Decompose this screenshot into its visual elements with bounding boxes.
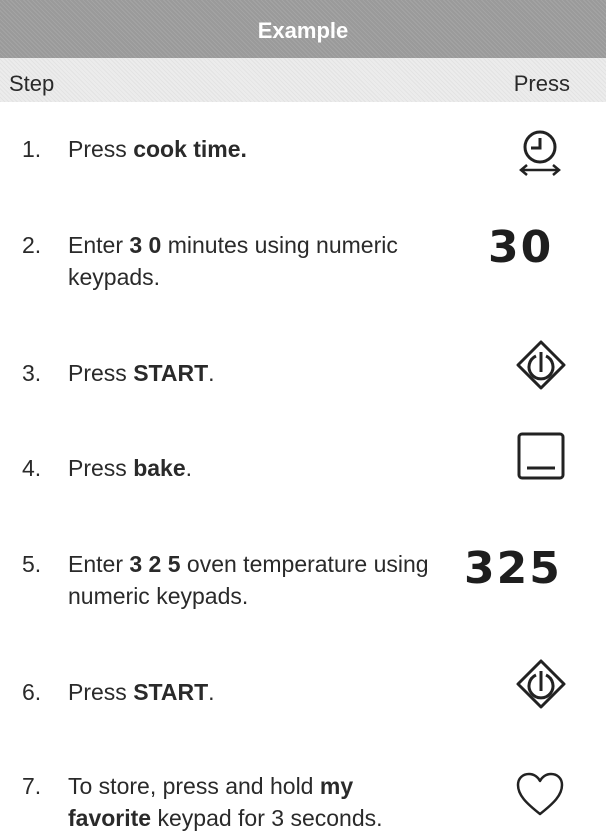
- step-column-label: Step: [9, 71, 55, 96]
- step-text: Press START.: [68, 357, 468, 389]
- step-text-bold: START: [133, 360, 209, 386]
- step-text-part: Press: [68, 455, 134, 481]
- step-text-part: Press: [68, 679, 134, 705]
- step-text-part: .: [185, 455, 193, 481]
- step-text-part: To store, press and hold: [68, 773, 320, 799]
- step-text: Press START.: [68, 676, 468, 708]
- heart-outline-icon: [516, 772, 564, 816]
- banner-title: Example: [257, 18, 349, 43]
- step-text-part: .: [208, 360, 215, 386]
- column-header: Step Press: [0, 58, 606, 102]
- step-text-bold: bake: [133, 455, 186, 481]
- step-text: To store, press and hold my favorite key…: [68, 770, 428, 834]
- step-number: 5.: [22, 551, 42, 577]
- bake-square-icon: [517, 432, 565, 480]
- step-number: 1.: [22, 136, 42, 162]
- step-text-part: Enter: [68, 232, 130, 258]
- step-text-part: Press: [68, 136, 134, 162]
- keypad-value-30: 30: [488, 222, 554, 273]
- step-text-part: keypad for 3 seconds.: [151, 805, 383, 831]
- keypad-value-325: 325: [464, 543, 562, 594]
- step-text-bold: 3 0: [129, 232, 162, 258]
- step-text: Press bake.: [68, 452, 468, 484]
- step-text-part: .: [208, 679, 215, 705]
- step-text: Enter 3 2 5 oven temperature using numer…: [68, 548, 468, 612]
- step-text-part: Press: [68, 360, 134, 386]
- start-diamond-icon: [516, 340, 566, 390]
- step-number: 6.: [22, 679, 42, 705]
- step-text-part: Enter: [68, 551, 130, 577]
- start-diamond-icon: [516, 659, 566, 709]
- step-number: 2.: [22, 232, 42, 258]
- step-text: Press cook time.: [68, 133, 468, 165]
- example-banner: Example: [0, 0, 606, 58]
- step-number: 7.: [22, 773, 42, 799]
- step-text: Enter 3 0 minutes using numeric keypads.: [68, 229, 468, 293]
- step-text-bold: 3 2 5: [129, 551, 181, 577]
- clock-timer-icon: [519, 130, 561, 176]
- step-text-bold: START: [133, 679, 209, 705]
- step-number: 4.: [22, 455, 42, 481]
- step-text-bold: cook time.: [133, 136, 247, 162]
- press-column-label: Press: [513, 71, 570, 96]
- step-number: 3.: [22, 360, 42, 386]
